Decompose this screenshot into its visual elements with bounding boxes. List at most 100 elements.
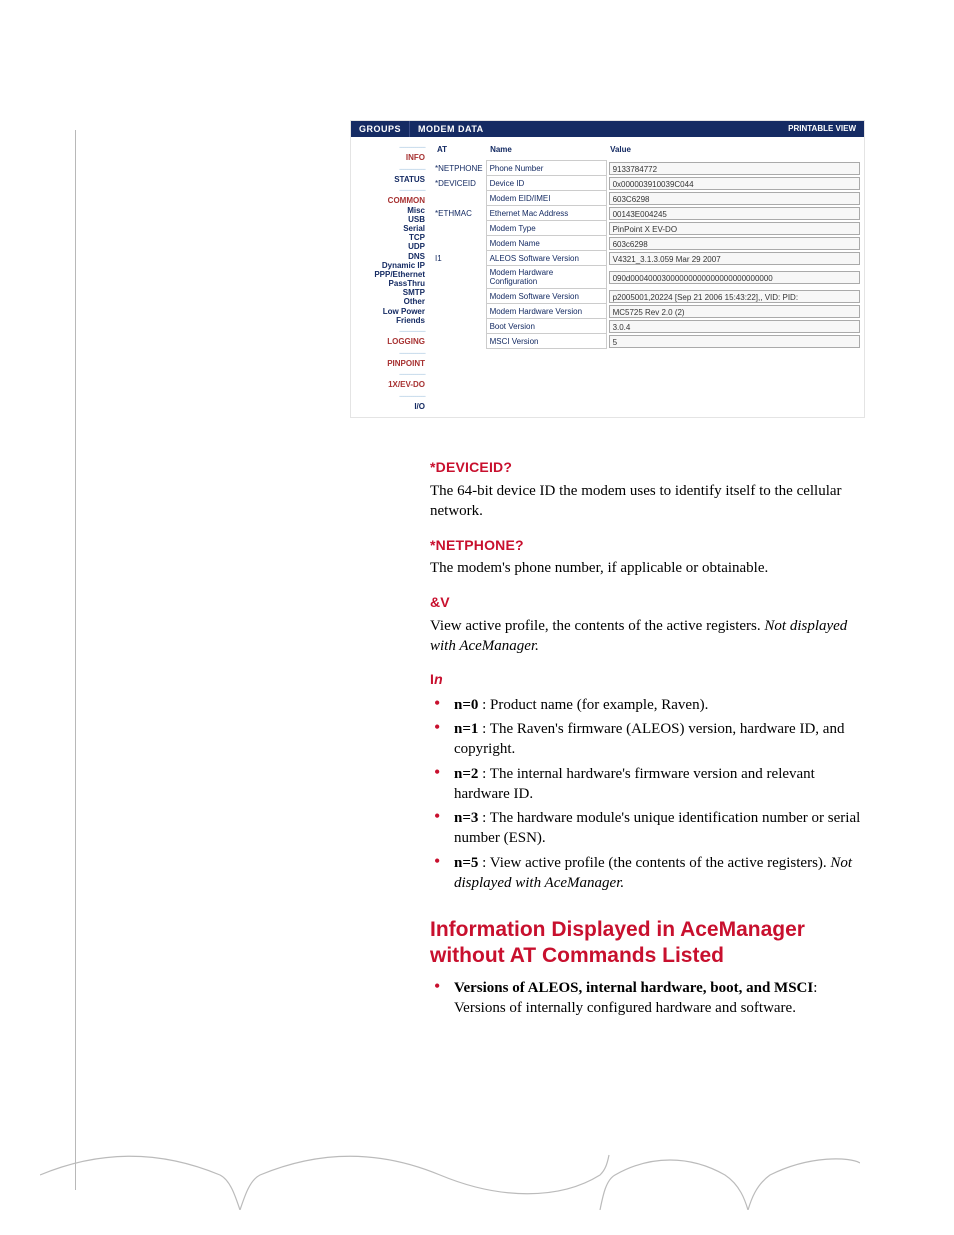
group-ppp-ethernet[interactable]: PPP/Ethernet [355,270,425,279]
divider: ------------- [355,142,425,152]
value-field: 00143E004245 [609,207,860,220]
groups-sidebar: ------------- INFO ------------- STATUS … [351,137,429,417]
cell-value: 603c6298 [606,236,860,251]
cell-value: PinPoint X EV-DO [606,221,860,236]
cell-name: Modem Software Version [486,289,606,304]
divider: ------------- [355,348,425,358]
group-dynamic-ip[interactable]: Dynamic IP [355,261,425,270]
cell-at: *ETHMAC [433,206,486,221]
table-row: Modem Software Versionp2005001,20224 [Se… [433,289,860,304]
groups-tab[interactable]: GROUPS [351,121,410,137]
cell-value: 5 [606,334,860,349]
list-item: n=5 : View active profile (the contents … [430,853,865,894]
versions-bold: Versions of ALEOS, internal hardware, bo… [454,980,813,996]
list-item: n=2 : The internal hardware's firmware v… [430,764,865,805]
value-field: 603c6298 [609,237,860,250]
group-tcp[interactable]: TCP [355,233,425,242]
cell-at: I1 [433,251,486,266]
group-pinpoint[interactable]: PINPOINT [355,359,425,368]
group-passthru[interactable]: PassThru [355,279,425,288]
group-info[interactable]: INFO [355,153,425,162]
list-item-bold: n=2 [454,766,478,782]
group-misc[interactable]: Misc [355,206,425,215]
printable-view-link[interactable]: PRINTABLE VIEW [780,121,864,137]
list-item-bold: n=5 [454,855,478,871]
group-other[interactable]: Other [355,297,425,306]
cell-value: MC5725 Rev 2.0 (2) [606,304,860,319]
cell-at [433,334,486,349]
modem-data-table: AT Name Value *NETPHONEPhone Number91337… [433,141,860,349]
heading-in: In [430,670,865,689]
cell-at: *DEVICEID [433,176,486,191]
value-field: MC5725 Rev 2.0 (2) [609,305,860,318]
list-item: n=1 : The Raven's firmware (ALEOS) versi… [430,719,865,760]
list-item-text: : The Raven's firmware (ALEOS) version, … [454,721,844,757]
group-common[interactable]: COMMON [355,196,425,205]
list-item-bold: n=0 [454,697,478,713]
value-field: 090d00040003000000000000000000000000 [609,271,860,284]
cell-name: ALEOS Software Version [486,251,606,266]
list-item-text: : The hardware module's unique identific… [454,810,860,846]
acemanager-header-bar: GROUPS MODEM DATA PRINTABLE VIEW [351,121,864,137]
cell-at: *NETPHONE [433,161,486,176]
col-at: AT [433,141,486,161]
divider: ------------- [355,391,425,401]
table-row: I1ALEOS Software VersionV4321_3.1.3.059 … [433,251,860,266]
cell-value: 603C6298 [606,191,860,206]
value-field: V4321_3.1.3.059 Mar 29 2007 [609,252,860,265]
section-heading: Information Displayed in AceManager with… [430,917,865,970]
group-dns[interactable]: DNS [355,252,425,261]
table-row: *NETPHONEPhone Number9133784772 [433,161,860,176]
modem-data-tab[interactable]: MODEM DATA [410,121,780,137]
value-field: 9133784772 [609,162,860,175]
cell-name: Boot Version [486,319,606,334]
value-field: 3.0.4 [609,320,860,333]
cell-value: 0x000003910039C044 [606,176,860,191]
cell-name: Phone Number [486,161,606,176]
cell-value: 9133784772 [606,161,860,176]
table-row: Modem EID/IMEI603C6298 [433,191,860,206]
table-row: Modem Name603c6298 [433,236,860,251]
value-field: 603C6298 [609,192,860,205]
group-status[interactable]: STATUS [355,175,425,184]
divider: ------------- [355,185,425,195]
group-low-power[interactable]: Low Power [355,307,425,316]
cell-at [433,236,486,251]
group-udp[interactable]: UDP [355,242,425,251]
heading-netphone: *NETPHONE? [430,536,865,555]
table-row: Boot Version3.0.4 [433,319,860,334]
group-logging[interactable]: LOGGING [355,337,425,346]
group-io[interactable]: I/O [355,402,425,411]
cell-name: Modem EID/IMEI [486,191,606,206]
document-body: *DEVICEID? The 64-bit device ID the mode… [430,458,865,1018]
para-deviceid: The 64-bit device ID the modem uses to i… [430,481,865,522]
modem-data-tbody: *NETPHONEPhone Number9133784772*DEVICEID… [433,161,860,349]
para-netphone: The modem's phone number, if applicable … [430,558,865,578]
group-friends[interactable]: Friends [355,316,425,325]
col-name: Name [486,141,606,161]
group-1x-evdo[interactable]: 1X/EV-DO [355,380,425,389]
cell-at [433,191,486,206]
para-ampv-text: View active profile, the contents of the… [430,618,764,634]
value-field: PinPoint X EV-DO [609,222,860,235]
cell-name: MSCI Version [486,334,606,349]
group-smtp[interactable]: SMTP [355,288,425,297]
modem-data-panel: AT Name Value *NETPHONEPhone Number91337… [429,137,864,417]
versions-bullet-list: Versions of ALEOS, internal hardware, bo… [430,978,865,1019]
cell-value: 00143E004245 [606,206,860,221]
table-row: Modem TypePinPoint X EV-DO [433,221,860,236]
table-row: MSCI Version5 [433,334,860,349]
cell-at [433,221,486,236]
cell-name: Modem Hardware Configuration [486,266,606,289]
value-field: 5 [609,335,860,348]
group-usb[interactable]: USB [355,215,425,224]
value-field: 0x000003910039C044 [609,177,860,190]
col-value: Value [606,141,860,161]
list-item: n=0 : Product name (for example, Raven). [430,695,865,715]
acemanager-window: GROUPS MODEM DATA PRINTABLE VIEW -------… [350,120,865,418]
cell-name: Modem Hardware Version [486,304,606,319]
list-item-bold: n=3 [454,810,478,826]
group-serial[interactable]: Serial [355,224,425,233]
cell-name: Modem Type [486,221,606,236]
cell-name: Device ID [486,176,606,191]
